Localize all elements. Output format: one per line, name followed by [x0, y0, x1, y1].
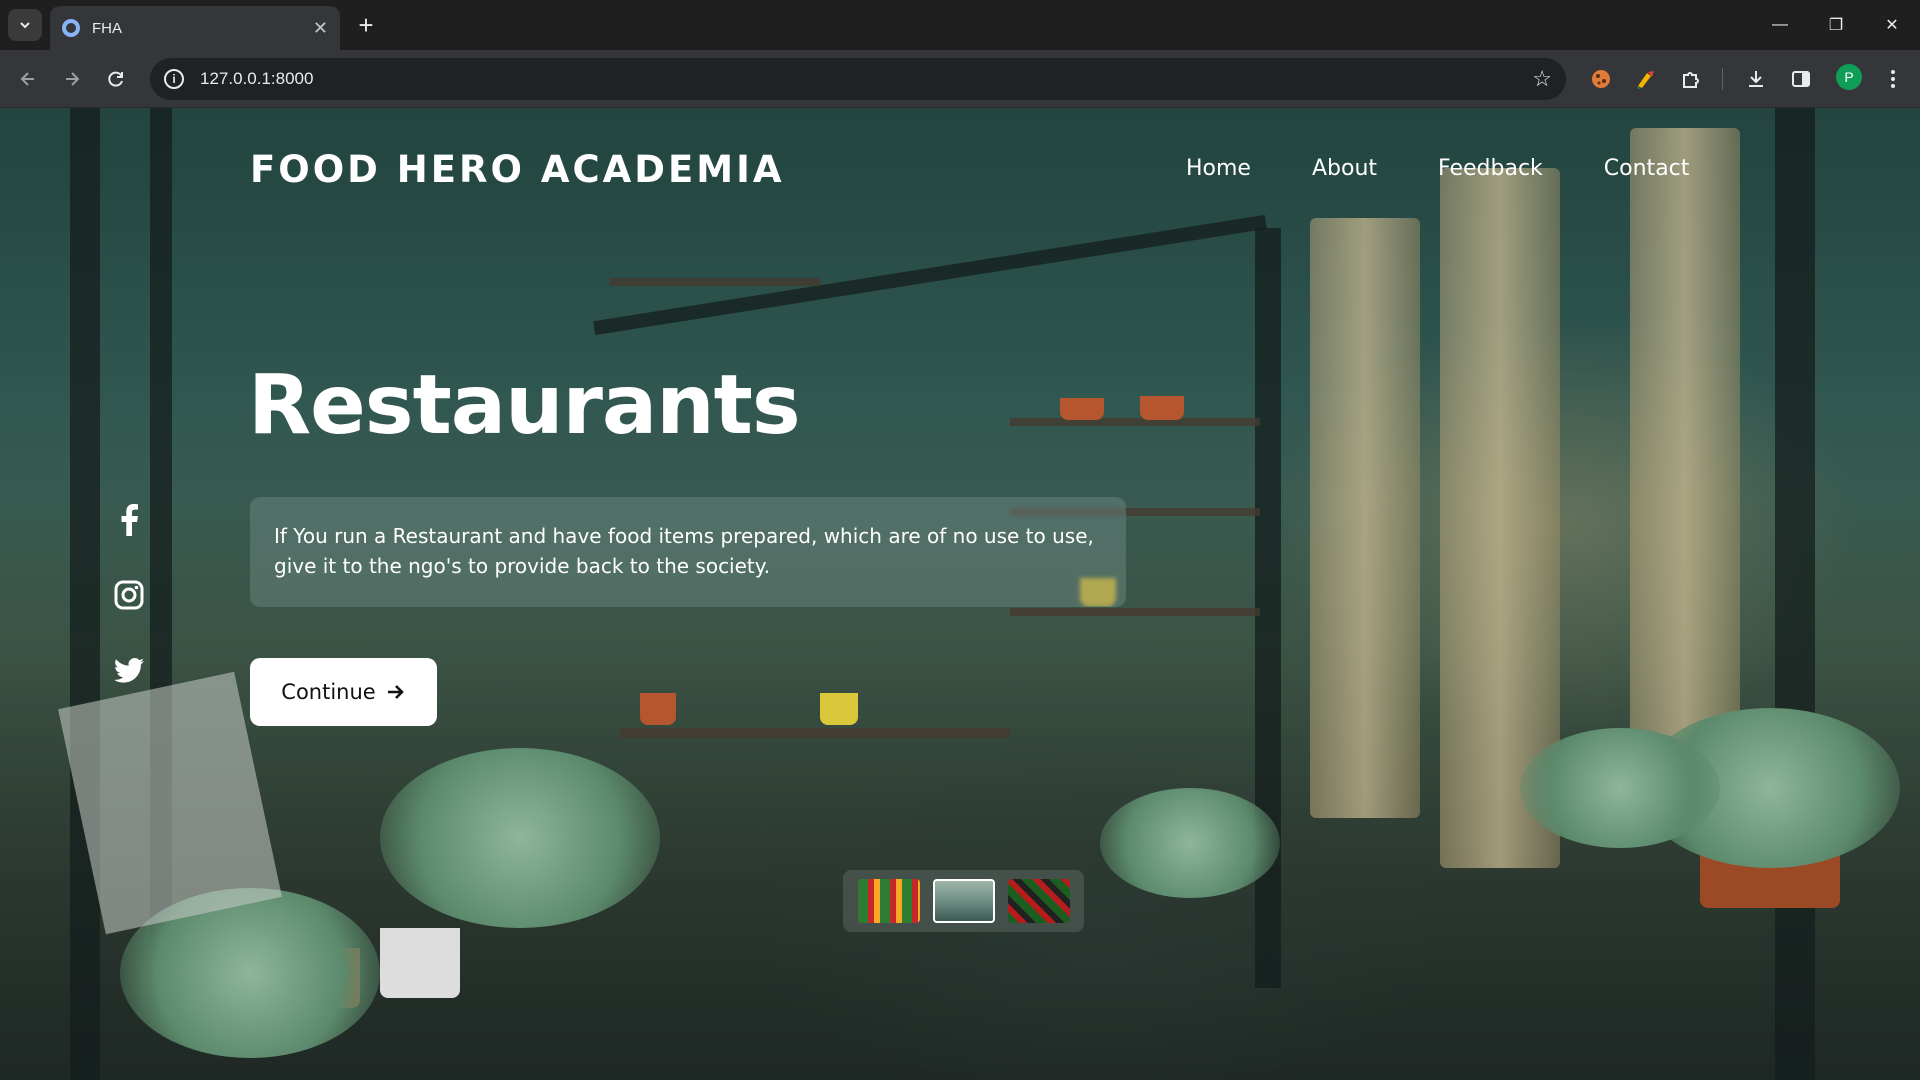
url-text: 127.0.0.1:8000 — [200, 69, 314, 88]
restore-icon[interactable]: ❐ — [1808, 0, 1864, 50]
continue-label: Continue — [281, 680, 376, 704]
description-text: If You run a Restaurant and have food it… — [274, 524, 1094, 578]
greenhouse-pillar-right — [1775, 108, 1815, 1080]
facebook-icon[interactable] — [112, 503, 146, 537]
succulent-plant — [1520, 728, 1720, 848]
forward-button[interactable] — [56, 63, 88, 95]
roof-beam — [593, 214, 1267, 336]
profile-avatar[interactable]: P — [1836, 64, 1862, 90]
continue-button[interactable]: Continue — [250, 658, 437, 726]
reload-button[interactable] — [100, 63, 132, 95]
page-viewport: FOOD HERO ACADEMIA Home About Feedback C… — [0, 108, 1920, 1080]
description-box: If You run a Restaurant and have food it… — [250, 497, 1126, 607]
nav-about-link[interactable]: About — [1312, 156, 1377, 181]
twitter-icon[interactable] — [112, 654, 146, 688]
succulent-plant — [380, 748, 660, 928]
nav-contact-link[interactable]: Contact — [1604, 156, 1690, 181]
arrow-right-icon — [387, 685, 404, 699]
plant-pot — [1060, 398, 1104, 420]
shelf — [1010, 608, 1260, 616]
globe-icon — [62, 19, 80, 37]
window-controls: — ❐ ✕ — [1752, 0, 1920, 50]
back-button[interactable] — [12, 63, 44, 95]
more-menu-icon[interactable] — [1879, 65, 1907, 93]
succulent-plant — [1100, 788, 1280, 898]
toolbar-separator — [1722, 68, 1723, 90]
side-panel-icon[interactable] — [1787, 65, 1815, 93]
shelf — [610, 278, 820, 286]
browser-tab[interactable]: FHA ✕ — [50, 6, 340, 50]
plant-pot — [820, 693, 858, 725]
nav-feedback-link[interactable]: Feedback — [1438, 156, 1543, 181]
plant-pot — [640, 693, 676, 725]
thumbnail-1[interactable] — [857, 879, 920, 923]
nav-home-link[interactable]: Home — [1186, 156, 1251, 181]
extension-color-icon[interactable] — [1632, 65, 1660, 93]
new-tab-button[interactable]: + — [352, 12, 380, 40]
plant-pot — [380, 928, 460, 998]
close-window-icon[interactable]: ✕ — [1864, 0, 1920, 50]
shelf — [620, 728, 1010, 738]
page-headline: Restaurants — [248, 358, 801, 453]
reload-icon — [108, 71, 123, 87]
curtain — [1630, 128, 1740, 808]
slide-thumbnails — [843, 870, 1084, 932]
close-icon[interactable]: ✕ — [313, 19, 328, 37]
tab-strip: FHA ✕ + — ❐ ✕ — [0, 0, 1920, 50]
extensions-puzzle-icon[interactable] — [1677, 65, 1705, 93]
address-bar[interactable]: i 127.0.0.1:8000 ☆ — [150, 58, 1566, 100]
plant-pot — [1140, 396, 1184, 420]
extension-cookie-icon[interactable] — [1587, 65, 1615, 93]
greenhouse-pillar-left — [70, 108, 100, 1080]
download-icon[interactable] — [1742, 65, 1770, 93]
arrow-left-icon — [20, 72, 34, 86]
thumbnail-2[interactable] — [932, 879, 995, 923]
tab-title: FHA — [92, 19, 122, 37]
shelf — [1010, 418, 1260, 426]
site-brand-logo[interactable]: FOOD HERO ACADEMIA — [250, 148, 784, 191]
site-info-icon[interactable]: i — [164, 69, 184, 89]
bookmark-star-icon[interactable]: ☆ — [1532, 66, 1552, 92]
instagram-icon[interactable] — [112, 578, 146, 612]
arrow-right-icon — [66, 72, 80, 86]
tab-search-button[interactable] — [8, 9, 42, 41]
curtain — [1310, 218, 1420, 818]
minimize-icon[interactable]: — — [1752, 0, 1808, 50]
chevron-down-icon — [20, 22, 30, 29]
main-nav: Home About Feedback Contact — [1186, 156, 1750, 181]
thumbnail-3[interactable] — [1007, 879, 1070, 923]
browser-toolbar: i 127.0.0.1:8000 ☆ P — [0, 50, 1920, 108]
